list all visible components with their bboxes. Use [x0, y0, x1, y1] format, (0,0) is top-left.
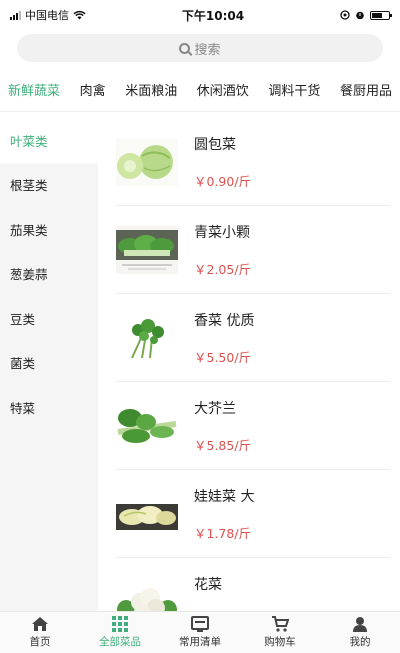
product-name: 青菜小颗: [194, 224, 250, 241]
subcategory-leafy[interactable]: 叶菜类: [0, 118, 98, 163]
status-left: 中国电信: [10, 7, 86, 23]
status-bar: 中国电信 下午10:04: [0, 0, 400, 30]
baby-cabbage-image: [116, 489, 178, 538]
tab-profile[interactable]: 我的: [320, 612, 400, 653]
product-item[interactable]: 娃娃菜 大 ￥1.78/斤: [116, 470, 390, 558]
home-icon: [32, 617, 48, 631]
product-info: 花菜: [194, 574, 222, 612]
search-bar: 搜索: [0, 30, 400, 62]
category-tab-kitchenware[interactable]: 餐厨用品: [340, 80, 392, 99]
subcategory-beans[interactable]: 豆类: [0, 296, 98, 341]
product-price: ￥2.05/斤: [194, 261, 252, 277]
product-name: 香菜 优质: [194, 312, 255, 329]
orientation-lock-icon: [340, 10, 350, 20]
tab-cart-label: 购物车: [264, 636, 296, 648]
product-price: ￥5.50/斤: [194, 349, 252, 365]
status-time: 下午10:04: [181, 8, 245, 23]
cart-icon: [272, 616, 289, 632]
grid-icon: [112, 616, 128, 632]
search-icon: [179, 42, 191, 54]
status-right: [340, 10, 392, 20]
subcategory-root[interactable]: 根茎类: [0, 163, 98, 208]
tab-all-products-label: 全部菜品: [99, 636, 141, 648]
subcategory-sidebar: 叶菜类 根茎类 茄果类 葱姜蒜 豆类 菌类 特菜: [0, 118, 98, 611]
tab-profile-label: 我的: [349, 636, 371, 648]
subcategory-specialty[interactable]: 特菜: [0, 385, 98, 430]
search-placeholder: 搜索: [194, 42, 221, 58]
content-area: 叶菜类 根茎类 茄果类 葱姜蒜 豆类 菌类 特菜 圆包菜 ￥0.90/斤 青菜小…: [0, 118, 400, 611]
product-price: ￥1.78/斤: [194, 525, 252, 541]
bok-choy-image: [116, 225, 178, 274]
tab-cart[interactable]: 购物车: [240, 612, 320, 653]
category-tab-meat-poultry[interactable]: 肉禽: [80, 80, 106, 99]
wifi-icon: [73, 10, 86, 20]
category-tab-seasonings[interactable]: 调料干货: [268, 80, 320, 99]
product-item[interactable]: 大芥兰 ￥5.85/斤: [116, 382, 390, 470]
bottom-tab-bar: 首页 全部菜品 常用清单 购物车 我的: [0, 611, 400, 653]
search-input[interactable]: 搜索: [17, 34, 383, 62]
product-name: 大芥兰: [194, 400, 236, 417]
product-info: 圆包菜 ￥0.90/斤: [194, 134, 251, 190]
category-tab-snacks-drinks[interactable]: 休闲酒饮: [197, 80, 249, 99]
tab-home-label: 首页: [29, 636, 51, 648]
tab-home[interactable]: 首页: [0, 612, 80, 653]
carrier-label: 中国电信: [25, 9, 69, 22]
product-price: ￥5.85/斤: [194, 437, 252, 453]
product-item[interactable]: 香菜 优质 ￥5.50/斤: [116, 294, 390, 382]
battery-icon: [369, 10, 392, 20]
category-tab-fresh-vegetables[interactable]: 新鲜蔬菜: [8, 80, 60, 99]
product-name: 花菜: [194, 576, 222, 593]
category-tabs: 新鲜蔬菜 肉禽 米面粮油 休闲酒饮 调料干货 餐厨用品: [0, 68, 400, 112]
cabbage-image: [116, 137, 178, 186]
product-info: 娃娃菜 大 ￥1.78/斤: [194, 486, 254, 542]
product-info: 青菜小颗 ￥2.05/斤: [194, 222, 251, 278]
product-name: 娃娃菜 大: [194, 488, 255, 505]
product-list: 圆包菜 ￥0.90/斤 青菜小颗 ￥2.05/斤 香菜 优质 ￥5.50/斤 大…: [98, 118, 400, 611]
product-info: 大芥兰 ￥5.85/斤: [194, 398, 251, 454]
product-item[interactable]: 青菜小颗 ￥2.05/斤: [116, 206, 390, 294]
signal-icon: [10, 10, 21, 20]
product-info: 香菜 优质 ￥5.50/斤: [194, 310, 254, 366]
tab-all-products[interactable]: 全部菜品: [80, 612, 160, 653]
alarm-icon: [356, 11, 364, 20]
list-icon: [191, 616, 209, 632]
tab-frequent-list-label: 常用清单: [179, 636, 221, 648]
subcategory-mushrooms[interactable]: 菌类: [0, 341, 98, 386]
user-icon: [353, 617, 367, 632]
product-item[interactable]: 花菜: [116, 558, 390, 611]
product-name: 圆包菜: [194, 136, 236, 153]
subcategory-fruit-veg[interactable]: 茄果类: [0, 207, 98, 252]
kale-image: [116, 401, 178, 450]
product-price: ￥0.90/斤: [194, 173, 252, 189]
subcategory-onion-ginger-garlic[interactable]: 葱姜蒜: [0, 252, 98, 297]
product-item[interactable]: 圆包菜 ￥0.90/斤: [116, 118, 390, 206]
category-tab-grain-oil[interactable]: 米面粮油: [125, 80, 177, 99]
tab-frequent-list[interactable]: 常用清单: [160, 612, 240, 653]
coriander-image: [116, 313, 178, 362]
cauliflower-image: [116, 577, 178, 611]
